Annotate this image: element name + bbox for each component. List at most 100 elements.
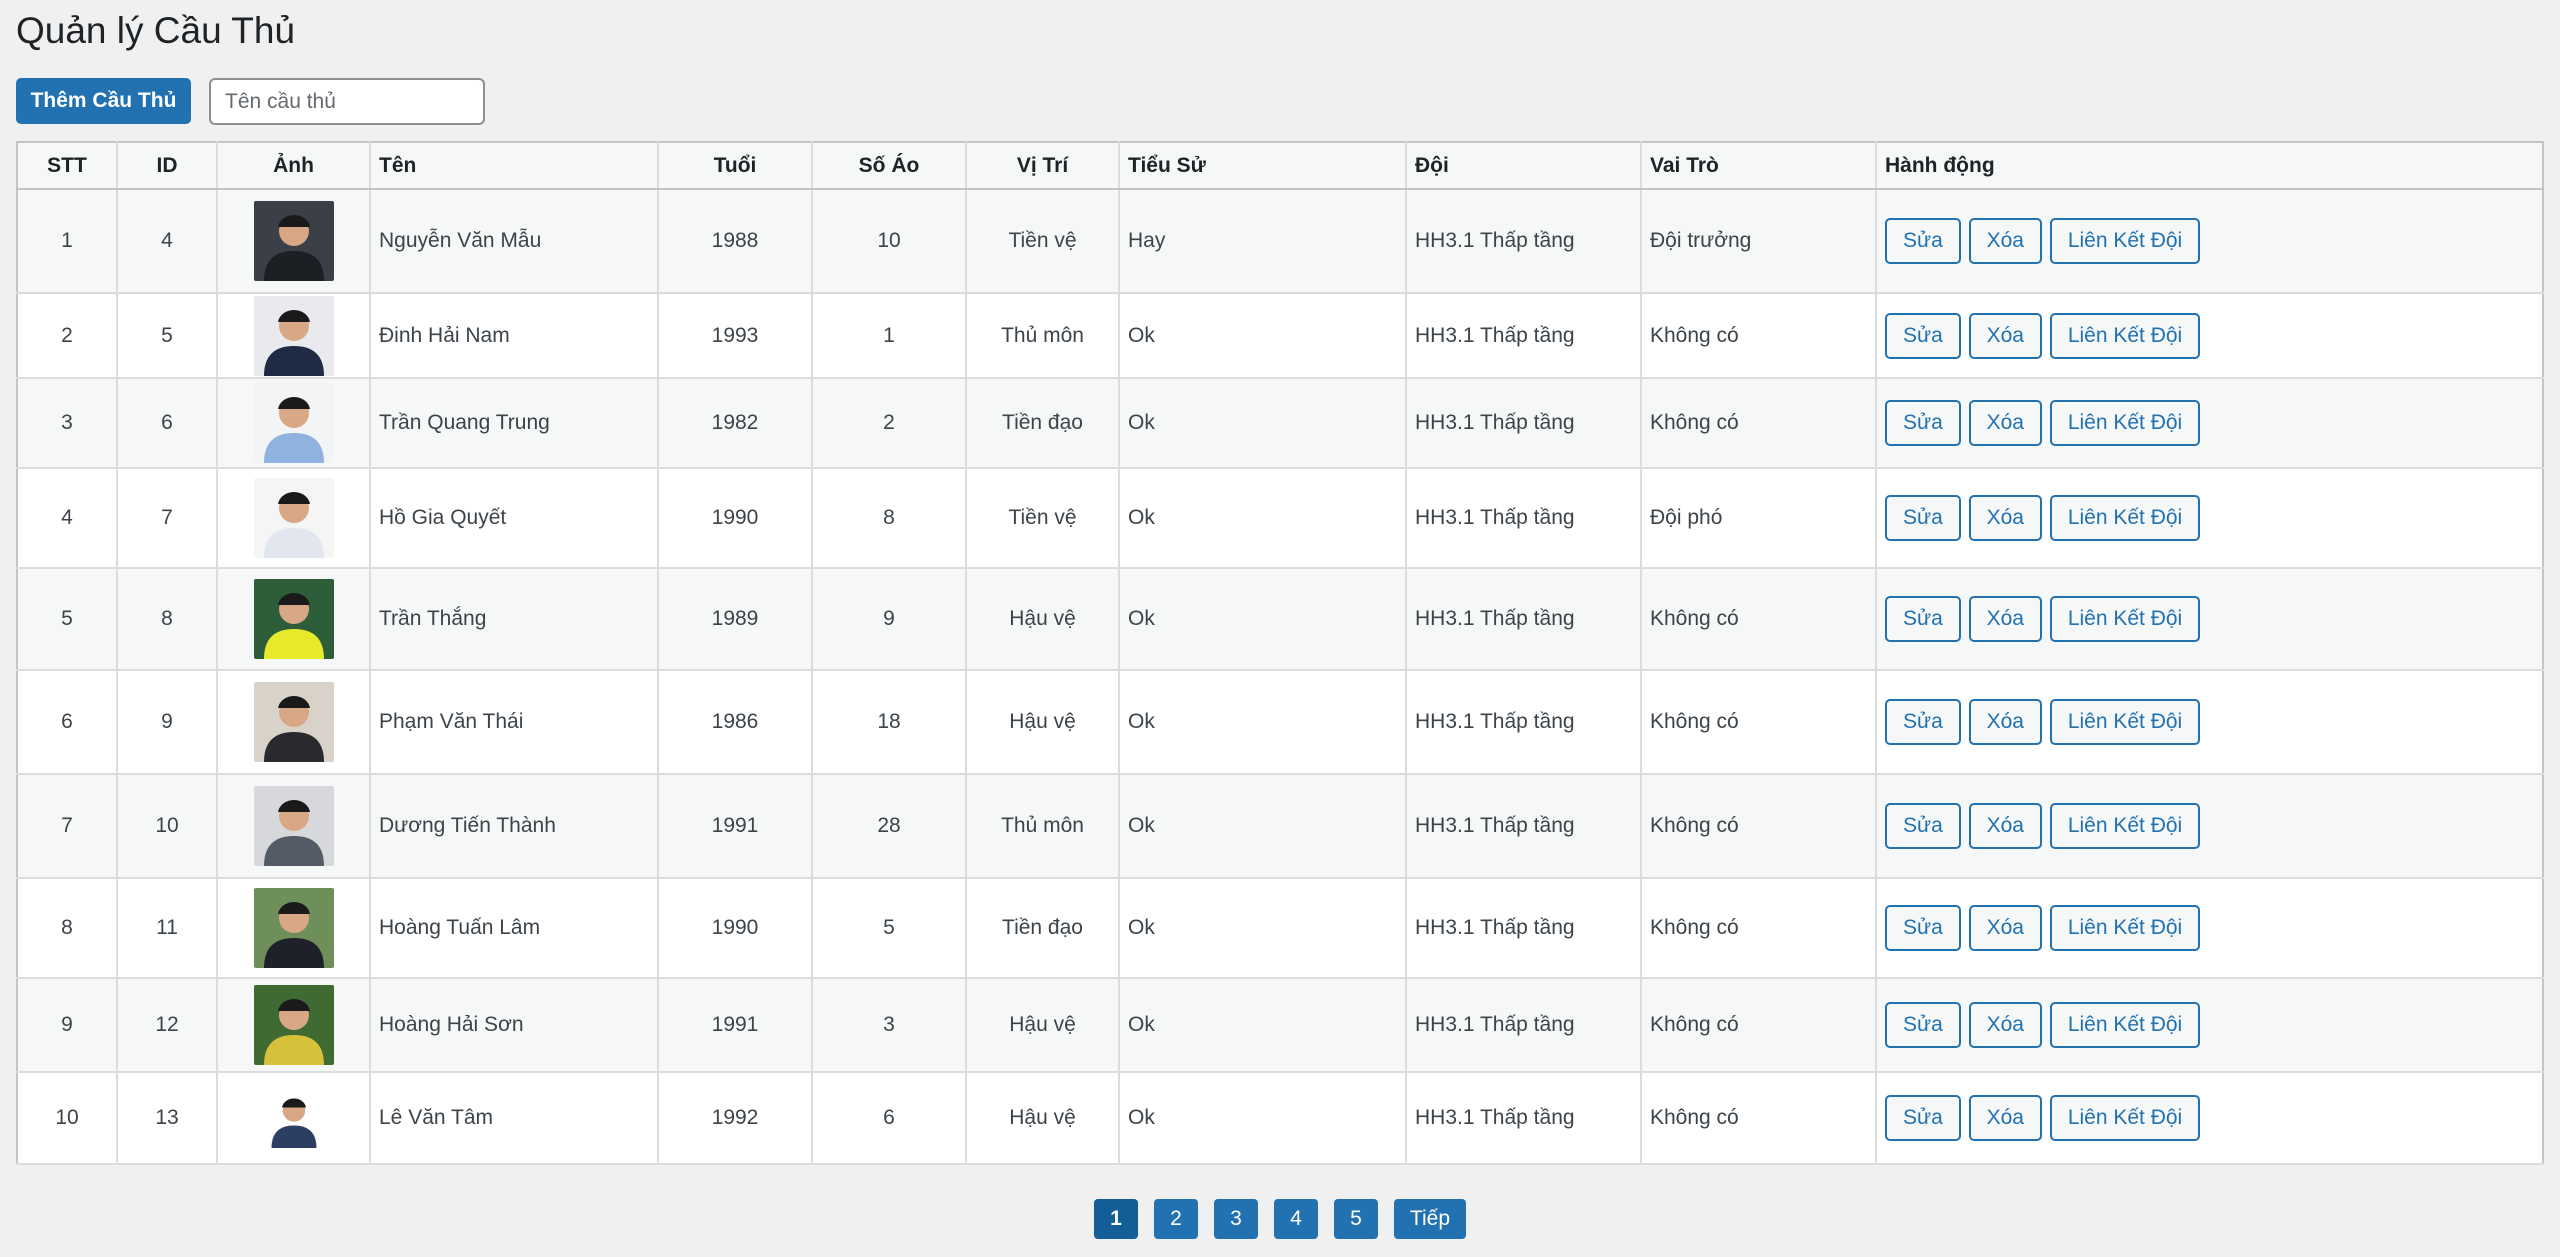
row-bio: Hay (1119, 189, 1407, 294)
column-header-role[interactable]: Vai Trò (1641, 142, 1877, 190)
link-team-button[interactable]: Liên Kết Đội (2049, 400, 2201, 446)
edit-button[interactable]: Sửa (1885, 1002, 1961, 1048)
pagination: 1 2 3 4 5 Tiếp (0, 1199, 2560, 1239)
row-team: HH3.1 Thấp tầng (1406, 568, 1642, 671)
row-team: HH3.1 Thấp tầng (1406, 189, 1642, 294)
row-photo-cell (217, 978, 371, 1073)
row-actions: Sửa Xóa Liên Kết Đội (1876, 568, 2543, 671)
row-stt: 9 (17, 978, 118, 1073)
row-year: 1986 (658, 670, 813, 775)
column-header-position[interactable]: Vị Trí (966, 142, 1120, 190)
row-actions: Sửa Xóa Liên Kết Đội (1876, 670, 2543, 775)
row-number: 8 (812, 468, 967, 569)
row-name: Hồ Gia Quyết (370, 468, 659, 569)
column-header-stt[interactable]: STT (17, 142, 118, 190)
table-row: 3 6 Trần Quang Trung 1982 2 Tiền đạo Ok HH3.1 T… (17, 378, 2543, 469)
edit-button[interactable]: Sửa (1885, 596, 1961, 642)
page-button-3[interactable]: 3 (1213, 1199, 1258, 1239)
row-year: 1990 (658, 878, 813, 979)
edit-button[interactable]: Sửa (1885, 1095, 1961, 1141)
column-header-number[interactable]: Số Áo (812, 142, 967, 190)
edit-button[interactable]: Sửa (1885, 803, 1961, 849)
row-year: 1992 (658, 1072, 813, 1165)
delete-button[interactable]: Xóa (1968, 218, 2042, 264)
link-team-button[interactable]: Liên Kết Đội (2049, 905, 2201, 951)
row-name: Hoàng Tuấn Lâm (370, 878, 659, 979)
row-bio: Ok (1119, 978, 1407, 1073)
link-team-button[interactable]: Liên Kết Đội (2049, 495, 2201, 541)
player-photo (253, 295, 334, 376)
delete-button[interactable]: Xóa (1968, 905, 2042, 951)
edit-button[interactable]: Sửa (1885, 495, 1961, 541)
row-position: Tiền vệ (966, 189, 1120, 294)
link-team-button[interactable]: Liên Kết Đội (2049, 1095, 2201, 1141)
row-year: 1991 (658, 978, 813, 1073)
player-photo (253, 201, 334, 281)
row-id: 4 (117, 189, 218, 294)
delete-button[interactable]: Xóa (1968, 1002, 2042, 1048)
delete-button[interactable]: Xóa (1968, 803, 2042, 849)
row-photo-cell (217, 293, 371, 379)
row-bio: Ok (1119, 878, 1407, 979)
row-role: Không có (1641, 378, 1877, 469)
row-stt: 1 (17, 189, 118, 294)
row-actions: Sửa Xóa Liên Kết Đội (1876, 774, 2543, 879)
table-row: 8 11 Hoàng Tuấn Lâm 1990 5 Tiền đạo Ok HH3.1 Th… (17, 878, 2543, 979)
table-row: 7 10 Dương Tiến Thành 1991 28 Thủ môn Ok HH3.1 … (17, 774, 2543, 879)
search-input[interactable] (209, 78, 485, 125)
row-stt: 7 (17, 774, 118, 879)
row-role: Không có (1641, 1072, 1877, 1165)
column-header-id[interactable]: ID (117, 142, 218, 190)
delete-button[interactable]: Xóa (1968, 699, 2042, 745)
add-player-button[interactable]: Thêm Cầu Thủ (16, 78, 191, 124)
delete-button[interactable]: Xóa (1968, 596, 2042, 642)
row-name: Nguyễn Văn Mẫu (370, 189, 659, 294)
row-role: Đội trưởng (1641, 189, 1877, 294)
row-name: Lê Văn Tâm (370, 1072, 659, 1165)
row-stt: 4 (17, 468, 118, 569)
row-actions: Sửa Xóa Liên Kết Đội (1876, 293, 2543, 379)
column-header-bio[interactable]: Tiểu Sử (1119, 142, 1407, 190)
row-bio: Ok (1119, 568, 1407, 671)
edit-button[interactable]: Sửa (1885, 905, 1961, 951)
column-header-team[interactable]: Đội (1406, 142, 1642, 190)
link-team-button[interactable]: Liên Kết Đội (2049, 1002, 2201, 1048)
row-role: Không có (1641, 878, 1877, 979)
row-role: Không có (1641, 978, 1877, 1073)
delete-button[interactable]: Xóa (1968, 312, 2042, 359)
row-stt: 6 (17, 670, 118, 775)
column-header-photo[interactable]: Ảnh (217, 142, 371, 190)
row-id: 9 (117, 670, 218, 775)
row-year: 1982 (658, 378, 813, 469)
page-button-5[interactable]: 5 (1333, 1199, 1378, 1239)
row-stt: 10 (17, 1072, 118, 1165)
link-team-button[interactable]: Liên Kết Đội (2049, 596, 2201, 642)
delete-button[interactable]: Xóa (1968, 400, 2042, 446)
page-button-4[interactable]: 4 (1273, 1199, 1318, 1239)
edit-button[interactable]: Sửa (1885, 699, 1961, 745)
edit-button[interactable]: Sửa (1885, 218, 1961, 264)
row-photo-cell (217, 378, 371, 469)
row-number: 18 (812, 670, 967, 775)
column-header-actions: Hành động (1876, 142, 2543, 190)
table-row: 4 7 Hồ Gia Quyết 1990 8 Tiền vệ Ok HH3.1 Thấp t… (17, 468, 2543, 569)
link-team-button[interactable]: Liên Kết Đội (2049, 312, 2201, 359)
table-row: 2 5 Đinh Hải Nam 1993 1 Thủ môn Ok HH3.1 Thấp t… (17, 293, 2543, 379)
page-button-2[interactable]: 2 (1153, 1199, 1198, 1239)
edit-button[interactable]: Sửa (1885, 400, 1961, 446)
row-team: HH3.1 Thấp tầng (1406, 878, 1642, 979)
table-row: 10 13 Lê Văn Tâm 1992 6 Hậu vệ Ok HH3.1 Thấp tầ… (17, 1072, 2543, 1165)
link-team-button[interactable]: Liên Kết Đội (2049, 218, 2201, 264)
link-team-button[interactable]: Liên Kết Đội (2049, 803, 2201, 849)
delete-button[interactable]: Xóa (1968, 1095, 2042, 1141)
edit-button[interactable]: Sửa (1885, 312, 1961, 359)
row-name: Trần Thắng (370, 568, 659, 671)
row-actions: Sửa Xóa Liên Kết Đội (1876, 878, 2543, 979)
page-button-1[interactable]: 1 (1093, 1199, 1138, 1239)
delete-button[interactable]: Xóa (1968, 495, 2042, 541)
row-bio: Ok (1119, 293, 1407, 379)
link-team-button[interactable]: Liên Kết Đội (2049, 699, 2201, 745)
column-header-name[interactable]: Tên (370, 142, 659, 190)
column-header-age[interactable]: Tuổi (658, 142, 813, 190)
next-page-button[interactable]: Tiếp (1393, 1199, 1467, 1239)
